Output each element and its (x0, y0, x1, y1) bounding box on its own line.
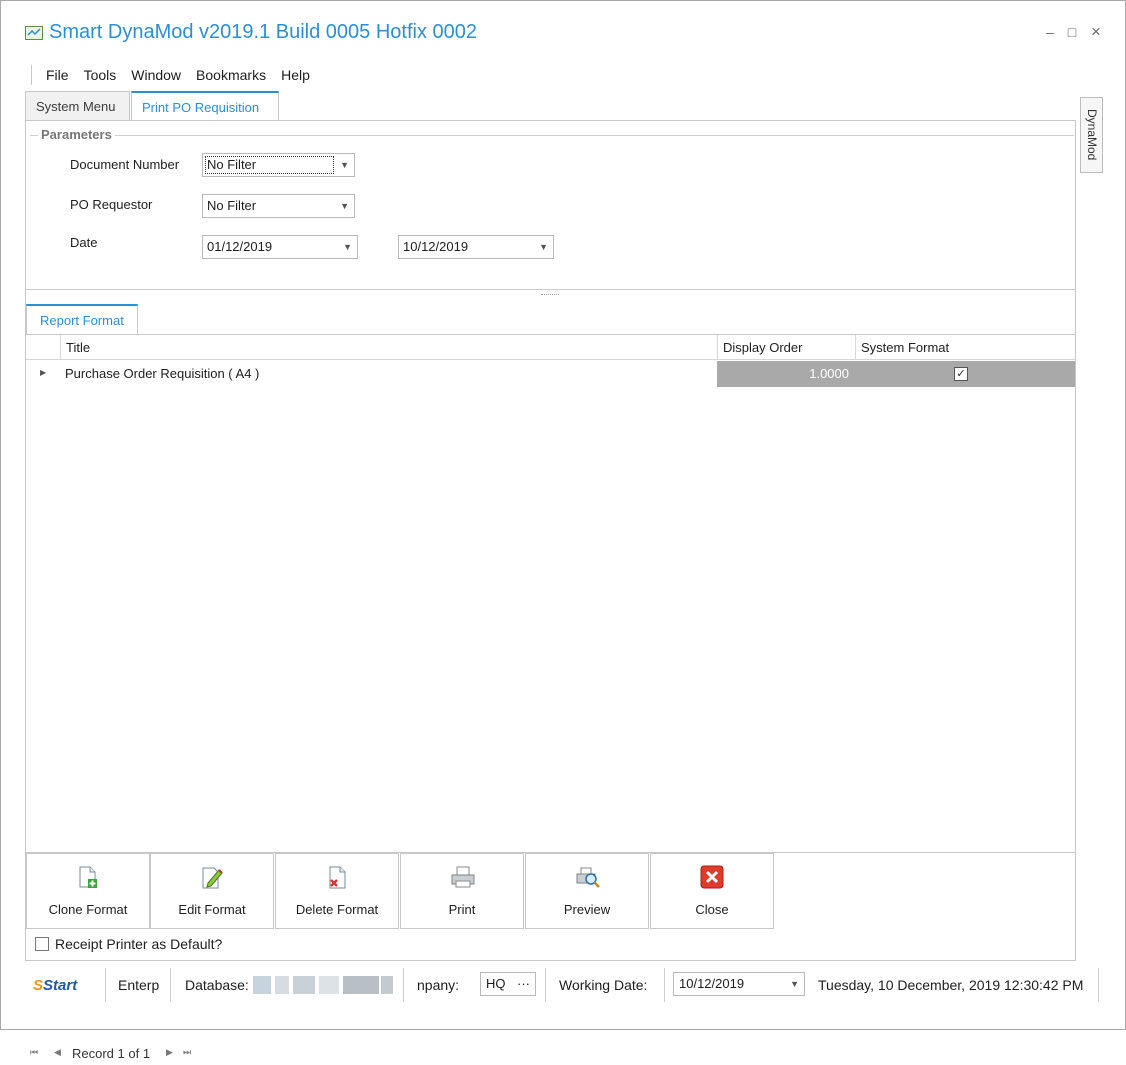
column-system-format[interactable]: System Format (855, 335, 1075, 360)
status-separator (664, 968, 665, 1002)
tab-system-menu[interactable]: System Menu (25, 91, 130, 120)
delete-format-icon (329, 866, 346, 889)
edit-format-label: Edit Format (178, 902, 246, 917)
edit-format-icon (202, 867, 223, 889)
po-requestor-value: No Filter (207, 198, 257, 213)
parameters-divider (30, 135, 1074, 136)
clone-format-icon (79, 866, 97, 888)
po-requestor-combo[interactable]: No Filter ▼ (202, 194, 355, 218)
side-tab-dynamod[interactable]: DynaMod (1080, 97, 1103, 173)
tab-print-po-requisition[interactable]: Print PO Requisition (131, 91, 279, 121)
chevron-down-icon: ▼ (340, 201, 349, 211)
column-title[interactable]: Title (60, 335, 717, 360)
document-number-label: Document Number (70, 157, 180, 172)
edit-format-button[interactable]: Edit Format (150, 853, 274, 929)
first-record-icon[interactable]: ⏮ (30, 1047, 38, 1058)
menu-grip (31, 65, 32, 85)
checkbox-box[interactable] (35, 937, 49, 951)
print-button[interactable]: Print (400, 853, 524, 929)
date-from-combo[interactable]: 01/12/2019 ▼ (202, 235, 358, 259)
preview-icon (576, 867, 600, 888)
status-separator (105, 968, 106, 1002)
date-label: Date (70, 235, 98, 250)
edition-label: Enterp (118, 977, 160, 993)
record-count: Record 1 of 1 (72, 1046, 151, 1061)
chevron-down-icon: ▼ (790, 979, 799, 989)
working-date-value: 10/12/2019 (679, 976, 745, 991)
print-label: Print (448, 902, 476, 917)
ellipsis-button[interactable]: ··· (517, 973, 530, 995)
database-label: Database: (185, 977, 249, 993)
delete-format-button[interactable]: Delete Format (275, 853, 399, 929)
grid-header: Title Display Order System Format (26, 335, 1075, 360)
close-button[interactable]: Close (650, 853, 774, 929)
window-title: Smart DynaMod v2019.1 Build 0005 Hotfix … (49, 21, 478, 43)
company-value: HQ (486, 976, 506, 991)
column-display-order[interactable]: Display Order (717, 335, 855, 360)
tab-report-format[interactable]: Report Format (26, 304, 138, 334)
title-bar: Smart DynaMod v2019.1 Build 0005 Hotfix … (1, 1, 1125, 59)
record-navigator: ⏮ ◀ Record 1 of 1 ▶ ⏭ (26, 1043, 1075, 1065)
cell-title[interactable]: Purchase Order Requisition ( A4 ) (60, 361, 717, 387)
table-row[interactable]: ▶ Purchase Order Requisition ( A4 ) 1.00… (26, 361, 1075, 387)
menu-file[interactable]: File (46, 67, 69, 83)
menu-tools[interactable]: Tools (84, 67, 117, 83)
date-to-combo[interactable]: 10/12/2019 ▼ (398, 235, 554, 259)
menu-help[interactable]: Help (281, 67, 310, 83)
preview-label: Preview (563, 902, 611, 917)
company-label: npany: (417, 977, 460, 993)
cell-display-order[interactable]: 1.0000 (717, 361, 855, 387)
app-window: Smart DynaMod v2019.1 Build 0005 Hotfix … (0, 0, 1126, 1061)
working-date-label: Working Date: (559, 977, 648, 993)
current-datetime: Tuesday, 10 December, 2019 12:30:42 PM (818, 977, 1084, 993)
po-requestor-label: PO Requestor (70, 197, 153, 212)
last-record-icon[interactable]: ⏭ (183, 1047, 191, 1058)
chevron-down-icon: ▼ (340, 160, 349, 170)
status-bar: SStart Enterp Database: npany: HQ ··· Wo… (25, 966, 1099, 1004)
close-window-button[interactable]: × (1087, 23, 1105, 41)
close-red-icon (700, 865, 724, 889)
start-logo: SStart (33, 977, 78, 994)
date-from-value: 01/12/2019 (207, 239, 273, 254)
parameters-group: Parameters Document Number No Filter ▼ P… (26, 121, 1075, 290)
date-to-value: 10/12/2019 (403, 239, 469, 254)
chevron-down-icon: ▼ (343, 242, 352, 252)
status-separator (545, 968, 546, 1002)
clone-format-button[interactable]: Clone Format (26, 853, 150, 929)
next-record-icon[interactable]: ▶ (166, 1047, 173, 1058)
document-number-combo[interactable]: No Filter ▼ (202, 153, 355, 177)
main-panel: Parameters Document Number No Filter ▼ P… (25, 120, 1076, 1061)
start-logo-text: Start (43, 977, 78, 994)
row-indicator-icon: ▶ (40, 368, 47, 377)
app-logo-icon (25, 26, 43, 40)
minimize-button[interactable]: – (1041, 23, 1059, 41)
clone-format-label: Clone Format (48, 902, 128, 917)
receipt-printer-checkbox[interactable]: Receipt Printer as Default? (35, 936, 222, 952)
focus-rect (205, 156, 334, 174)
menu-window[interactable]: Window (131, 67, 181, 83)
company-combo[interactable]: HQ ··· (480, 972, 536, 996)
status-separator (1098, 968, 1099, 1002)
delete-format-label: Delete Format (295, 902, 379, 917)
status-separator (170, 968, 171, 1002)
chevron-down-icon: ▼ (539, 242, 548, 252)
maximize-button[interactable]: □ (1063, 23, 1081, 41)
report-format-grid: Title Display Order System Format ▶ Purc… (26, 334, 1075, 1061)
database-value-redacted (253, 976, 393, 994)
prev-record-icon[interactable]: ◀ (54, 1047, 61, 1058)
preview-button[interactable]: Preview (525, 853, 649, 929)
printer-icon (451, 866, 475, 888)
system-format-checkbox[interactable]: ✓ (954, 367, 968, 381)
close-label: Close (695, 902, 729, 917)
parameters-title: Parameters (38, 127, 115, 142)
menu-bar: File Tools Window Bookmarks Help (31, 63, 325, 87)
horizontal-scrollbar[interactable] (208, 1054, 1072, 1055)
splitter-grip[interactable] (541, 294, 559, 296)
status-separator (403, 968, 404, 1002)
cell-system-format[interactable]: ✓ (855, 361, 1075, 387)
receipt-printer-label: Receipt Printer as Default? (55, 936, 223, 952)
menu-bookmarks[interactable]: Bookmarks (196, 67, 266, 83)
working-date-combo[interactable]: 10/12/2019 ▼ (673, 972, 805, 996)
